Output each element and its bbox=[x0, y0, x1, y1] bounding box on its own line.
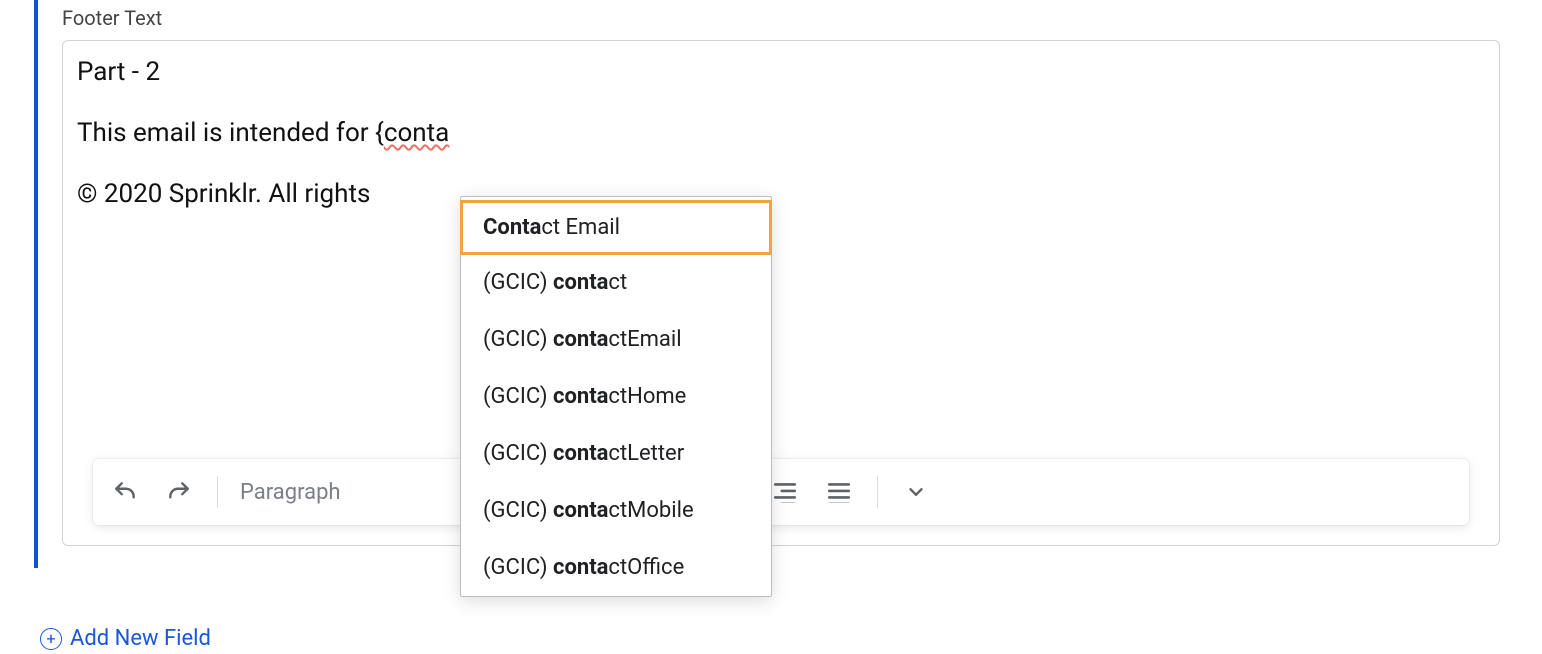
editor-line-2[interactable]: This email is intended for {conta bbox=[77, 116, 1485, 151]
editor-toolbar: Paragraph bbox=[93, 459, 1469, 525]
footer-text-editor[interactable]: Part - 2 This email is intended for {con… bbox=[62, 40, 1500, 546]
autocomplete-item[interactable]: (GCIC) contactOffice bbox=[461, 539, 771, 596]
autocomplete-popup: Contact Email(GCIC) contact(GCIC) contac… bbox=[460, 196, 772, 597]
section-accent-rule bbox=[34, 0, 38, 568]
undo-icon bbox=[112, 479, 138, 505]
align-right-icon bbox=[772, 481, 798, 503]
autocomplete-item[interactable]: (GCIC) contactHome bbox=[461, 368, 771, 425]
chevron-down-icon bbox=[905, 481, 927, 503]
plus-circle-icon: + bbox=[40, 628, 62, 650]
autocomplete-item[interactable]: (GCIC) contactLetter bbox=[461, 425, 771, 482]
editor-content[interactable]: Part - 2 This email is intended for {con… bbox=[77, 55, 1485, 238]
undo-button[interactable] bbox=[107, 474, 143, 510]
block-style-dropdown[interactable]: Paragraph bbox=[238, 480, 347, 505]
more-formatting-button[interactable] bbox=[898, 474, 934, 510]
redo-button[interactable] bbox=[161, 474, 197, 510]
align-justify-button[interactable] bbox=[821, 474, 857, 510]
add-new-field-link[interactable]: + Add New Field bbox=[40, 626, 211, 651]
align-justify-icon bbox=[826, 481, 852, 503]
editor-line-2-plain: This email is intended for { bbox=[77, 118, 384, 148]
autocomplete-item[interactable]: (GCIC) contact bbox=[461, 254, 771, 311]
add-new-field-label: Add New Field bbox=[70, 626, 211, 651]
editor-line-3[interactable]: © 2020 Sprinklr. All rights bbox=[77, 177, 1485, 212]
editor-token-being-typed: conta bbox=[384, 118, 449, 148]
toolbar-separator bbox=[877, 476, 878, 508]
autocomplete-item[interactable]: (GCIC) contactEmail bbox=[461, 311, 771, 368]
section-label: Footer Text bbox=[62, 6, 162, 30]
editor-line-1[interactable]: Part - 2 bbox=[77, 55, 1485, 90]
redo-icon bbox=[166, 479, 192, 505]
toolbar-separator bbox=[217, 476, 218, 508]
autocomplete-item[interactable]: Contact Email bbox=[461, 201, 771, 254]
autocomplete-item[interactable]: (GCIC) contactMobile bbox=[461, 482, 771, 539]
